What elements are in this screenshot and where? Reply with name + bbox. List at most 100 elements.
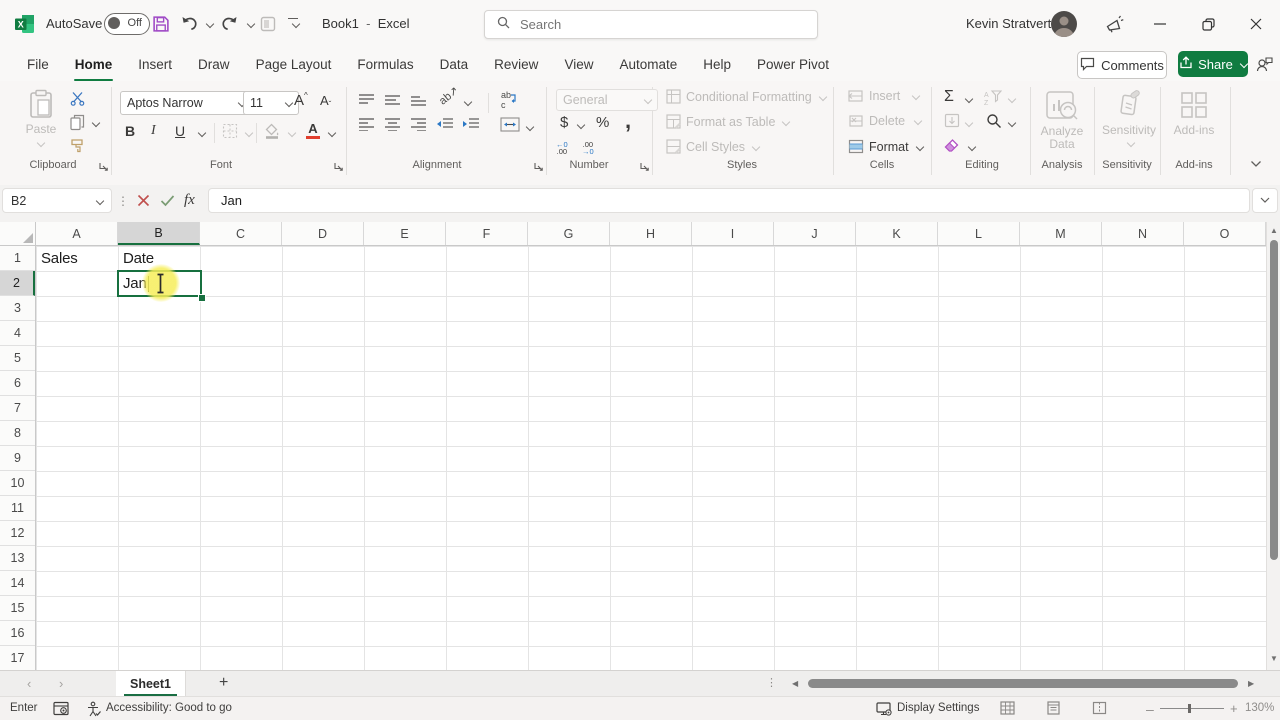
bold-button[interactable]: B — [125, 123, 135, 139]
format-painter-icon[interactable] — [70, 138, 85, 158]
italic-button[interactable]: I — [151, 123, 156, 139]
underline-button[interactable]: U — [175, 123, 185, 139]
clipboard-dialog-launcher-icon[interactable] — [98, 158, 110, 171]
decrease-decimal-button[interactable]: .00 →0 — [582, 141, 594, 156]
scrollbar-grip-icon[interactable]: ⋮ — [766, 676, 777, 689]
row-header[interactable]: 12 — [0, 521, 35, 546]
clear-dropdown-icon[interactable] — [967, 142, 977, 152]
column-header[interactable]: K — [856, 222, 938, 245]
fill-color-icon[interactable] — [264, 123, 281, 144]
column-header[interactable]: L — [938, 222, 1020, 245]
page-layout-view-icon[interactable] — [1046, 701, 1061, 720]
row-header[interactable]: 3 — [0, 296, 35, 321]
undo-button[interactable] — [180, 15, 199, 36]
cell-A1[interactable]: Sales — [41, 246, 78, 271]
bottom-align-icon[interactable] — [410, 93, 427, 112]
zoom-slider-track[interactable] — [1160, 708, 1224, 709]
display-settings-icon[interactable] — [876, 701, 893, 721]
format-cells-button[interactable]: Format — [848, 139, 924, 154]
alignment-dialog-launcher-icon[interactable] — [533, 158, 545, 171]
redo-button[interactable] — [220, 15, 239, 36]
find-select-icon[interactable] — [986, 113, 1002, 134]
collapse-ribbon-icon[interactable] — [1250, 155, 1262, 173]
search-box[interactable] — [484, 10, 818, 39]
autosave-toggle[interactable]: Off — [104, 13, 150, 35]
normal-view-icon[interactable] — [1000, 701, 1015, 720]
ribbon-tab[interactable]: Data — [427, 48, 482, 81]
row-header[interactable]: 9 — [0, 446, 35, 471]
ribbon-tab[interactable]: Automate — [606, 48, 690, 81]
comma-style-button[interactable]: , — [625, 108, 631, 134]
name-box[interactable]: B2 — [2, 188, 112, 213]
increase-decimal-button[interactable]: ←0 .00 — [556, 141, 568, 156]
orientation-icon[interactable]: ab↗ — [436, 84, 461, 107]
grid-cells-area[interactable]: Sales Date Jan — [36, 246, 1266, 670]
column-header[interactable]: G — [528, 222, 610, 245]
copy-icon[interactable] — [70, 114, 86, 136]
row-header[interactable]: 11 — [0, 496, 35, 521]
center-icon[interactable] — [384, 117, 401, 136]
scroll-up-icon[interactable]: ▲ — [1270, 227, 1278, 235]
font-name-combo[interactable]: Aptos Narrow — [120, 91, 252, 115]
hscroll-right-icon[interactable]: ▶ — [1248, 679, 1254, 688]
font-size-combo[interactable]: 11 — [243, 91, 299, 115]
ribbon-tab[interactable]: Home — [62, 48, 126, 81]
save-icon[interactable] — [152, 15, 170, 38]
column-header[interactable]: H — [610, 222, 692, 245]
insert-function-button[interactable]: fx — [184, 192, 195, 209]
format-as-table-button[interactable]: Format as Table — [666, 114, 791, 129]
select-all-corner[interactable] — [0, 222, 36, 246]
row-header[interactable]: 5 — [0, 346, 35, 371]
prev-sheet-icon[interactable]: ‹ — [27, 676, 31, 691]
sheet-tab[interactable]: Sheet1 — [116, 671, 186, 696]
fill-handle[interactable] — [198, 294, 206, 302]
fill-down-icon[interactable] — [944, 113, 960, 133]
paste-button[interactable]: Paste — [18, 89, 64, 148]
ribbon-tab[interactable]: View — [551, 48, 606, 81]
minimize-button[interactable] — [1148, 12, 1172, 36]
column-header[interactable]: D — [282, 222, 364, 245]
middle-align-icon[interactable] — [384, 93, 401, 112]
copy-dropdown-icon[interactable] — [91, 118, 101, 128]
fill-color-dropdown-icon[interactable] — [287, 128, 297, 138]
increase-indent-icon[interactable] — [462, 117, 480, 136]
column-header[interactable]: F — [446, 222, 528, 245]
user-name[interactable]: Kevin Stratvert — [966, 16, 1051, 31]
share-button[interactable]: Share — [1178, 51, 1249, 77]
ribbon-tab[interactable]: Help — [690, 48, 744, 81]
font-color-dropdown-icon[interactable] — [327, 128, 337, 138]
row-header[interactable]: 13 — [0, 546, 35, 571]
close-button[interactable] — [1244, 12, 1268, 36]
column-header[interactable]: N — [1102, 222, 1184, 245]
fill-down-dropdown-icon[interactable] — [964, 118, 974, 128]
hscroll-left-icon[interactable]: ◀ — [792, 679, 798, 688]
cell-styles-button[interactable]: Cell Styles — [666, 139, 761, 154]
zoom-level[interactable]: 130% — [1245, 702, 1274, 714]
grow-font-button[interactable]: A^ — [294, 91, 308, 109]
borders-dropdown-icon[interactable] — [244, 128, 254, 138]
decrease-indent-icon[interactable] — [436, 117, 454, 136]
number-dialog-launcher-icon[interactable] — [639, 158, 651, 171]
qat-overflow-icon[interactable] — [288, 18, 298, 19]
row-header[interactable]: 2 — [0, 271, 35, 296]
font-color-button[interactable]: A — [306, 122, 320, 139]
top-align-icon[interactable] — [358, 93, 375, 112]
sensitivity-button[interactable]: Sensitivity — [1100, 89, 1158, 148]
ribbon-tab[interactable]: Draw — [185, 48, 243, 81]
expand-formula-bar-button[interactable] — [1252, 188, 1278, 213]
cut-icon[interactable] — [70, 91, 85, 111]
ribbon-tab[interactable]: Insert — [125, 48, 185, 81]
align-left-icon[interactable] — [358, 117, 375, 136]
restore-button[interactable] — [1196, 12, 1220, 36]
zoom-out-button[interactable]: – — [1146, 701, 1154, 717]
currency-format-button[interactable]: $ — [560, 114, 568, 131]
row-header[interactable]: 16 — [0, 621, 35, 646]
column-header[interactable]: C — [200, 222, 282, 245]
row-header[interactable]: 10 — [0, 471, 35, 496]
clear-eraser-icon[interactable] — [944, 138, 961, 158]
display-settings-label[interactable]: Display Settings — [897, 702, 979, 714]
comments-button[interactable]: Comments — [1077, 51, 1167, 79]
column-header[interactable]: J — [774, 222, 856, 245]
column-header[interactable]: B — [118, 222, 200, 245]
next-sheet-icon[interactable]: › — [59, 676, 63, 691]
